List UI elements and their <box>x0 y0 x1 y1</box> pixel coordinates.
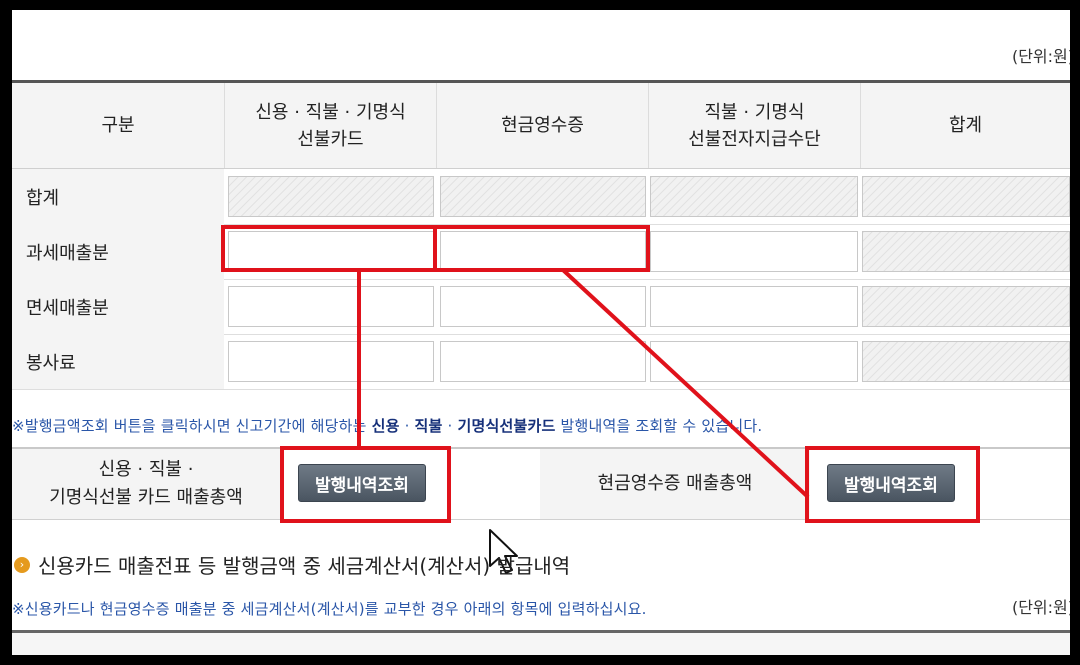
screen: (단위:원) 구분 신용 · 직불 · 기명식 선불카드 현금영수증 직불 · … <box>12 10 1070 655</box>
section-title-text: 신용카드 매출전표 등 발행금액 중 세금계산서(계산서) 발급내역 <box>38 554 571 578</box>
next-table-header <box>12 633 1070 655</box>
bullet-icon: › <box>14 556 30 573</box>
tax-invoice-note: ※신용카드나 현금영수증 매출분 중 세금계산서(계산서)를 교부한 경우 아래… <box>12 600 647 618</box>
unit-label-bottom: (단위:원) <box>1011 598 1070 617</box>
tax-invoice-section-title: › 신용카드 매출전표 등 발행금액 중 세금계산서(계산서) 발급내역 <box>14 550 570 579</box>
connector-line-cash <box>561 268 810 499</box>
